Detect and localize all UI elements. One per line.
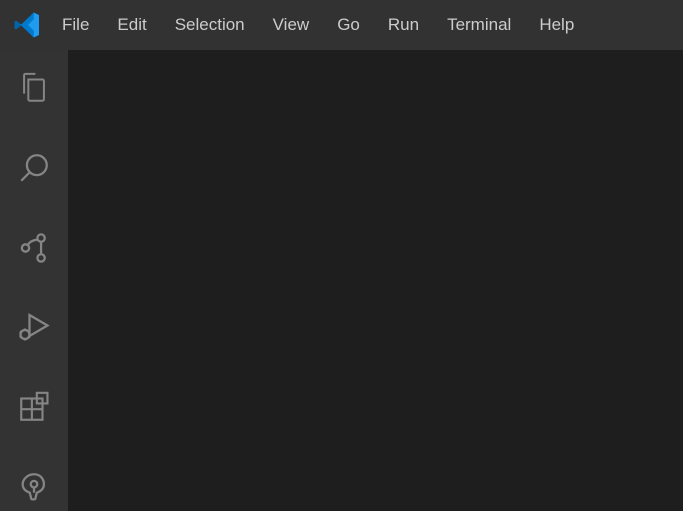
title-bar: File Edit Selection View Go Run Terminal…: [0, 0, 683, 50]
source-control-icon: [17, 231, 51, 265]
run-debug-icon: [16, 309, 52, 345]
extensions-button[interactable]: [10, 383, 58, 431]
vscode-logo-icon: [6, 0, 48, 50]
menu-run[interactable]: Run: [374, 7, 433, 43]
run-debug-button[interactable]: [10, 303, 58, 351]
main-area: [0, 50, 683, 511]
search-icon: [17, 151, 51, 185]
menu-help[interactable]: Help: [525, 7, 588, 43]
source-control-button[interactable]: [10, 224, 58, 272]
gitlens-button[interactable]: [10, 463, 58, 511]
explorer-button[interactable]: [10, 64, 58, 112]
explorer-icon: [17, 71, 51, 105]
extensions-icon: [17, 390, 51, 424]
menu-edit[interactable]: Edit: [103, 7, 160, 43]
editor-area[interactable]: [68, 50, 683, 511]
menu-go[interactable]: Go: [323, 7, 374, 43]
gitlens-icon: [17, 470, 51, 504]
menu-terminal[interactable]: Terminal: [433, 7, 525, 43]
search-button[interactable]: [10, 144, 58, 192]
menu-file[interactable]: File: [48, 7, 103, 43]
menu-selection[interactable]: Selection: [161, 7, 259, 43]
menu-bar: File Edit Selection View Go Run Terminal…: [48, 7, 588, 43]
activity-bar: [0, 50, 68, 511]
menu-view[interactable]: View: [259, 7, 324, 43]
